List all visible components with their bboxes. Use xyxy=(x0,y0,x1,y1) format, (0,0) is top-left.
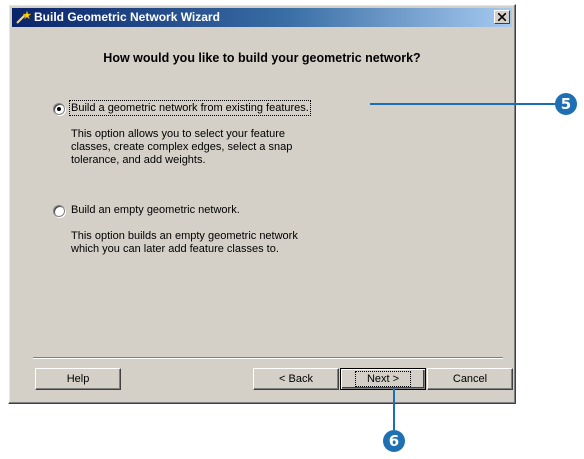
callout-5-leader xyxy=(370,103,556,105)
close-button[interactable] xyxy=(494,10,510,24)
description-line: This option builds an empty geometric ne… xyxy=(71,230,298,242)
next-button-label: Next > xyxy=(354,371,412,387)
wizard-wand-icon xyxy=(15,10,32,25)
wizard-dialog: Build Geometric Network Wizard How would… xyxy=(8,4,516,404)
back-button[interactable]: < Back xyxy=(253,368,339,390)
option-empty-network-description: This option builds an empty geometric ne… xyxy=(71,230,391,256)
step-5-badge: 5 xyxy=(555,93,577,115)
close-icon xyxy=(498,13,506,21)
option-existing-features-label[interactable]: Build a geometric network from existing … xyxy=(69,100,311,116)
radio-selected-dot xyxy=(57,107,61,111)
description-line: classes, create complex edges, select a … xyxy=(71,141,293,153)
help-button[interactable]: Help xyxy=(35,368,121,390)
description-line: This option allows you to select your fe… xyxy=(71,128,286,140)
button-separator xyxy=(33,357,503,359)
title-bar[interactable]: Build Geometric Network Wizard xyxy=(12,8,512,27)
next-button[interactable]: Next > xyxy=(340,368,426,390)
radio-existing-features[interactable] xyxy=(53,103,65,115)
window-title: Build Geometric Network Wizard xyxy=(34,10,220,24)
option-existing-features-description: This option allows you to select your fe… xyxy=(71,128,391,167)
callout-6-leader xyxy=(393,388,395,430)
wizard-question-heading: How would you like to build your geometr… xyxy=(103,51,421,65)
option-existing-features[interactable]: Build a geometric network from existing … xyxy=(53,100,383,118)
description-line: which you can later add feature classes … xyxy=(71,243,279,255)
description-line: tolerance, and add weights. xyxy=(71,154,206,166)
radio-empty-network[interactable] xyxy=(53,205,65,217)
option-empty-network-label[interactable]: Build an empty geometric network. xyxy=(71,204,240,216)
option-empty-network[interactable]: Build an empty geometric network. xyxy=(53,204,313,220)
cancel-button[interactable]: Cancel xyxy=(427,368,513,390)
step-6-badge: 6 xyxy=(383,430,405,452)
